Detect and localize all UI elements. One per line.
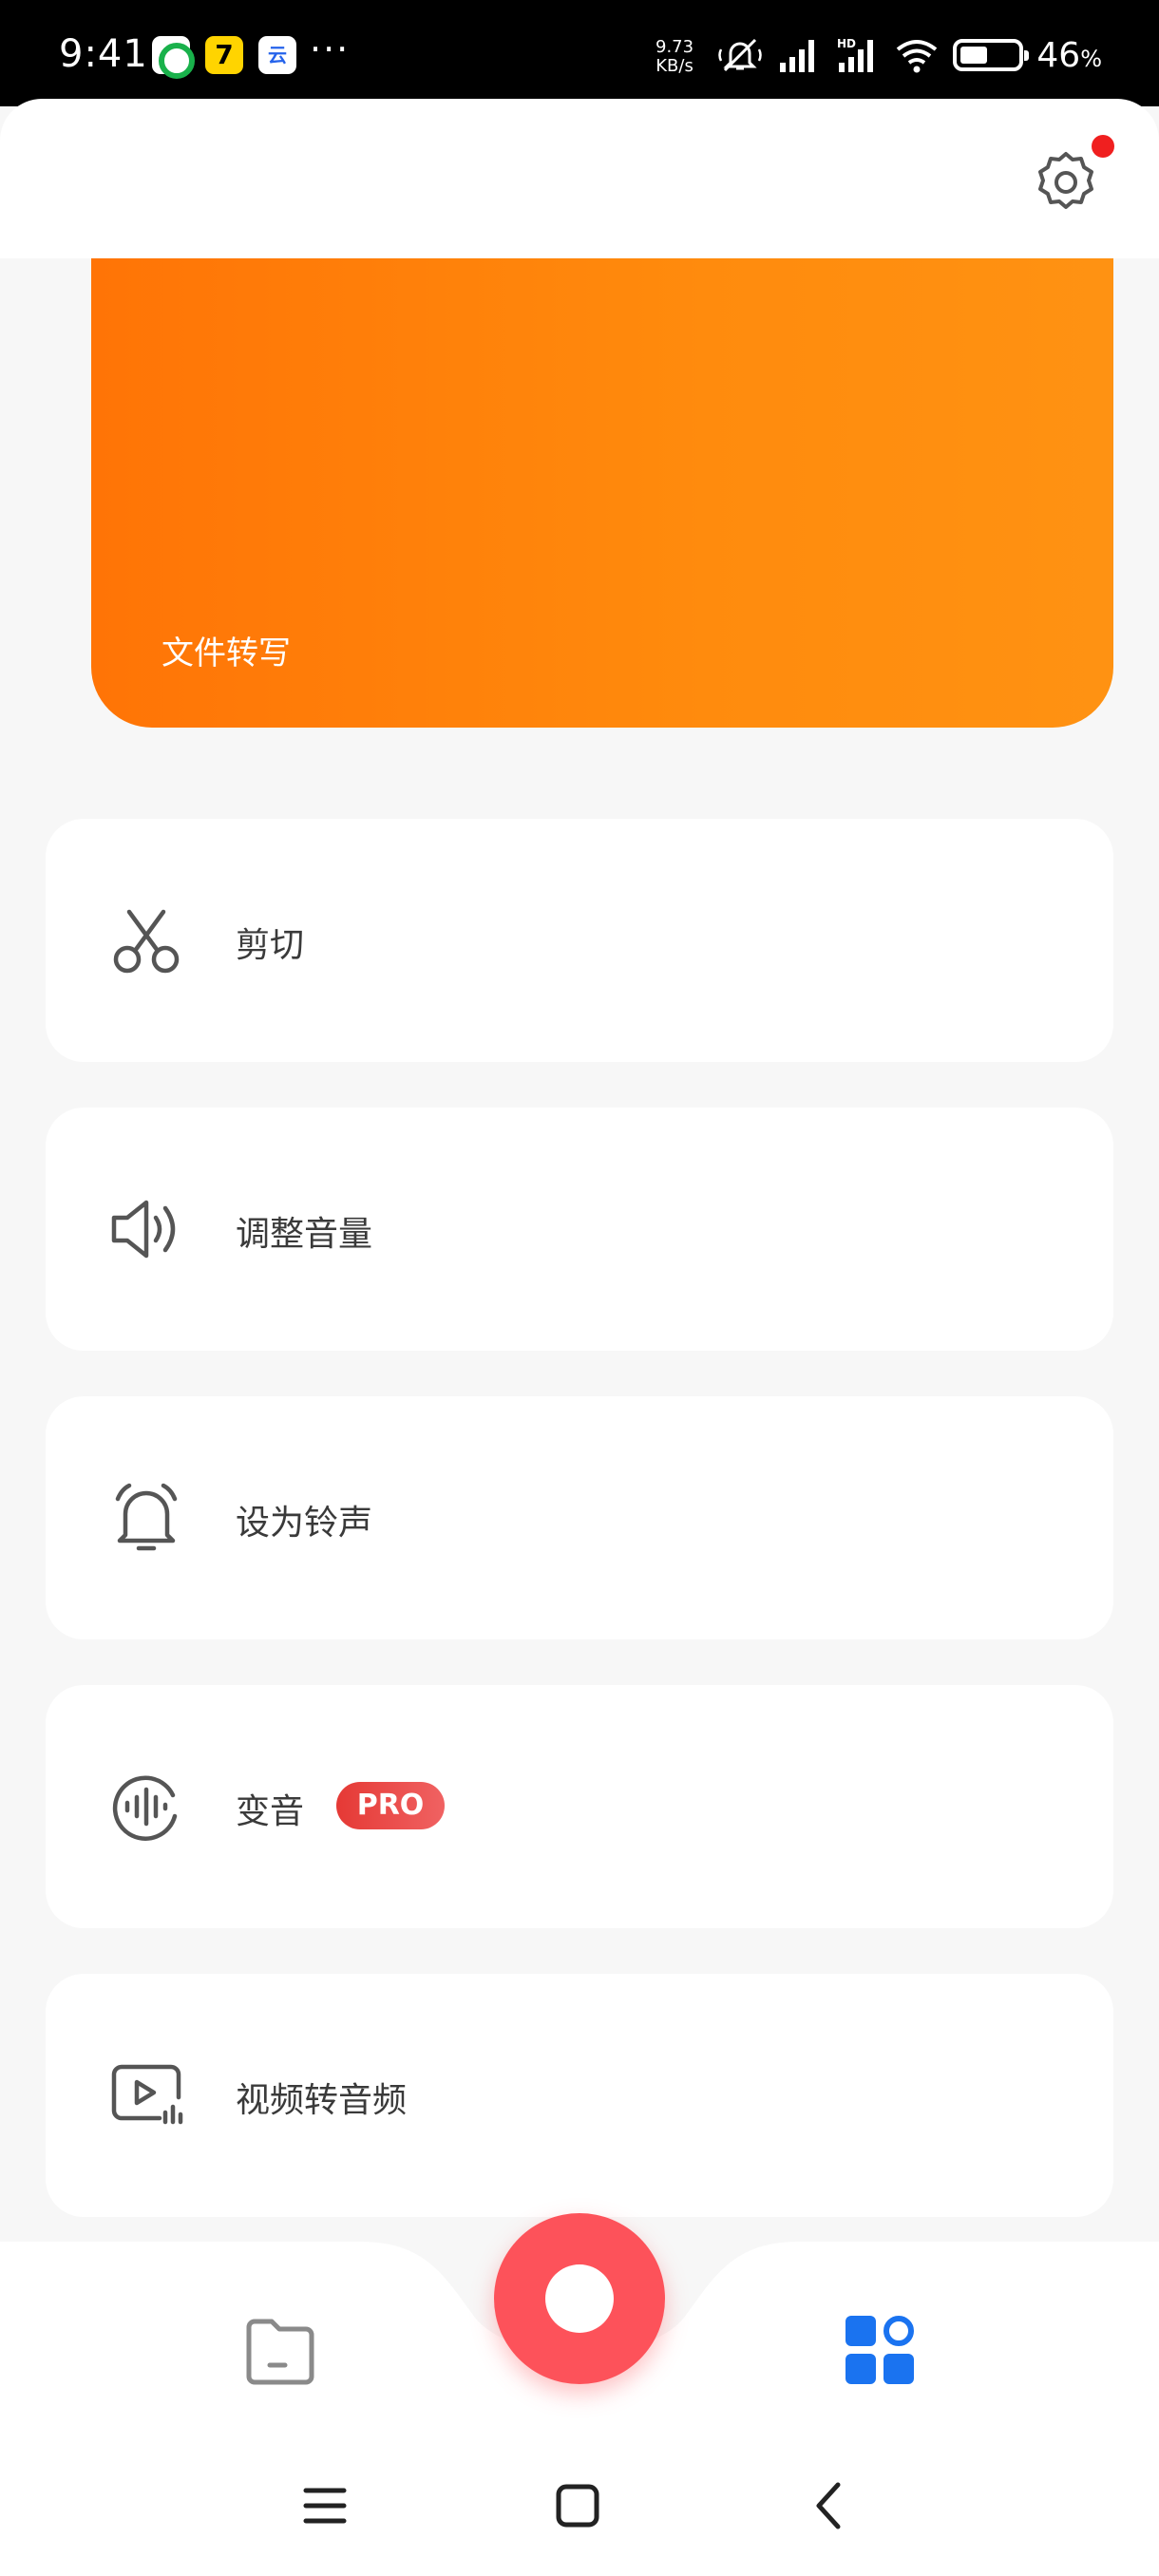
- tool-label: 设为铃声: [236, 1504, 373, 1543]
- battery-level: 46%: [1036, 35, 1102, 75]
- app-notification-icon: 7: [205, 36, 243, 74]
- grid-icon[interactable]: [842, 2312, 918, 2388]
- waveform-icon: [112, 1775, 178, 1841]
- tool-label: 变音: [236, 1792, 305, 1831]
- status-icons: HD 46%: [717, 34, 1102, 76]
- notification-dot: [1092, 135, 1114, 158]
- network-speed-unit: KB/s: [656, 56, 694, 76]
- svg-text:HD: HD: [837, 37, 856, 50]
- tool-label: 剪切: [236, 926, 305, 965]
- scissors-icon: [113, 909, 180, 974]
- gear-icon[interactable]: [1032, 148, 1100, 217]
- screen: 9:41 7 云 ··· 9.73 KB/s HD 46% 文件转写 剪切 调整…: [0, 0, 1159, 2576]
- more-notifications-icon: ···: [310, 28, 351, 70]
- tool-label: 视频转音频: [236, 2081, 408, 2120]
- tool-adjust-volume[interactable]: 调整音量: [46, 1108, 1113, 1351]
- pro-badge: PRO: [336, 1782, 445, 1829]
- menu-icon[interactable]: [296, 2477, 353, 2534]
- battery-icon: [953, 39, 1030, 71]
- bell-icon: [115, 1483, 178, 1551]
- tool-voice-change[interactable]: 变音 PRO: [46, 1685, 1113, 1928]
- record-button[interactable]: [494, 2213, 665, 2384]
- wifi-icon: [897, 40, 938, 73]
- file-transcribe-banner[interactable]: 文件转写: [91, 258, 1113, 728]
- status-bar: 9:41 7 云 ··· 9.73 KB/s HD 46%: [0, 0, 1159, 106]
- home-icon[interactable]: [549, 2477, 606, 2534]
- app-notification-icon: [152, 36, 195, 79]
- folder-icon[interactable]: [241, 2314, 319, 2392]
- tool-cut[interactable]: 剪切: [46, 819, 1113, 1062]
- back-icon[interactable]: [802, 2477, 859, 2534]
- tool-set-ringtone[interactable]: 设为铃声: [46, 1396, 1113, 1639]
- status-time: 9:41: [59, 32, 148, 76]
- cloud-app-icon: 云: [258, 36, 296, 74]
- volume-icon: [111, 1200, 176, 1259]
- mute-icon: [718, 38, 763, 72]
- signal-hd-icon: HD: [837, 37, 874, 72]
- tool-video-to-audio[interactable]: 视频转音频: [46, 1974, 1113, 2217]
- tool-label: 调整音量: [236, 1215, 373, 1254]
- network-speed-value: 9.73: [656, 37, 694, 57]
- banner-label: 文件转写: [162, 635, 291, 672]
- system-nav-bar: [0, 2443, 1159, 2576]
- signal-icon: [780, 40, 815, 72]
- video-audio-icon: [111, 2064, 183, 2125]
- network-speed: 9.73 KB/s: [656, 38, 694, 76]
- app-header: [0, 99, 1159, 258]
